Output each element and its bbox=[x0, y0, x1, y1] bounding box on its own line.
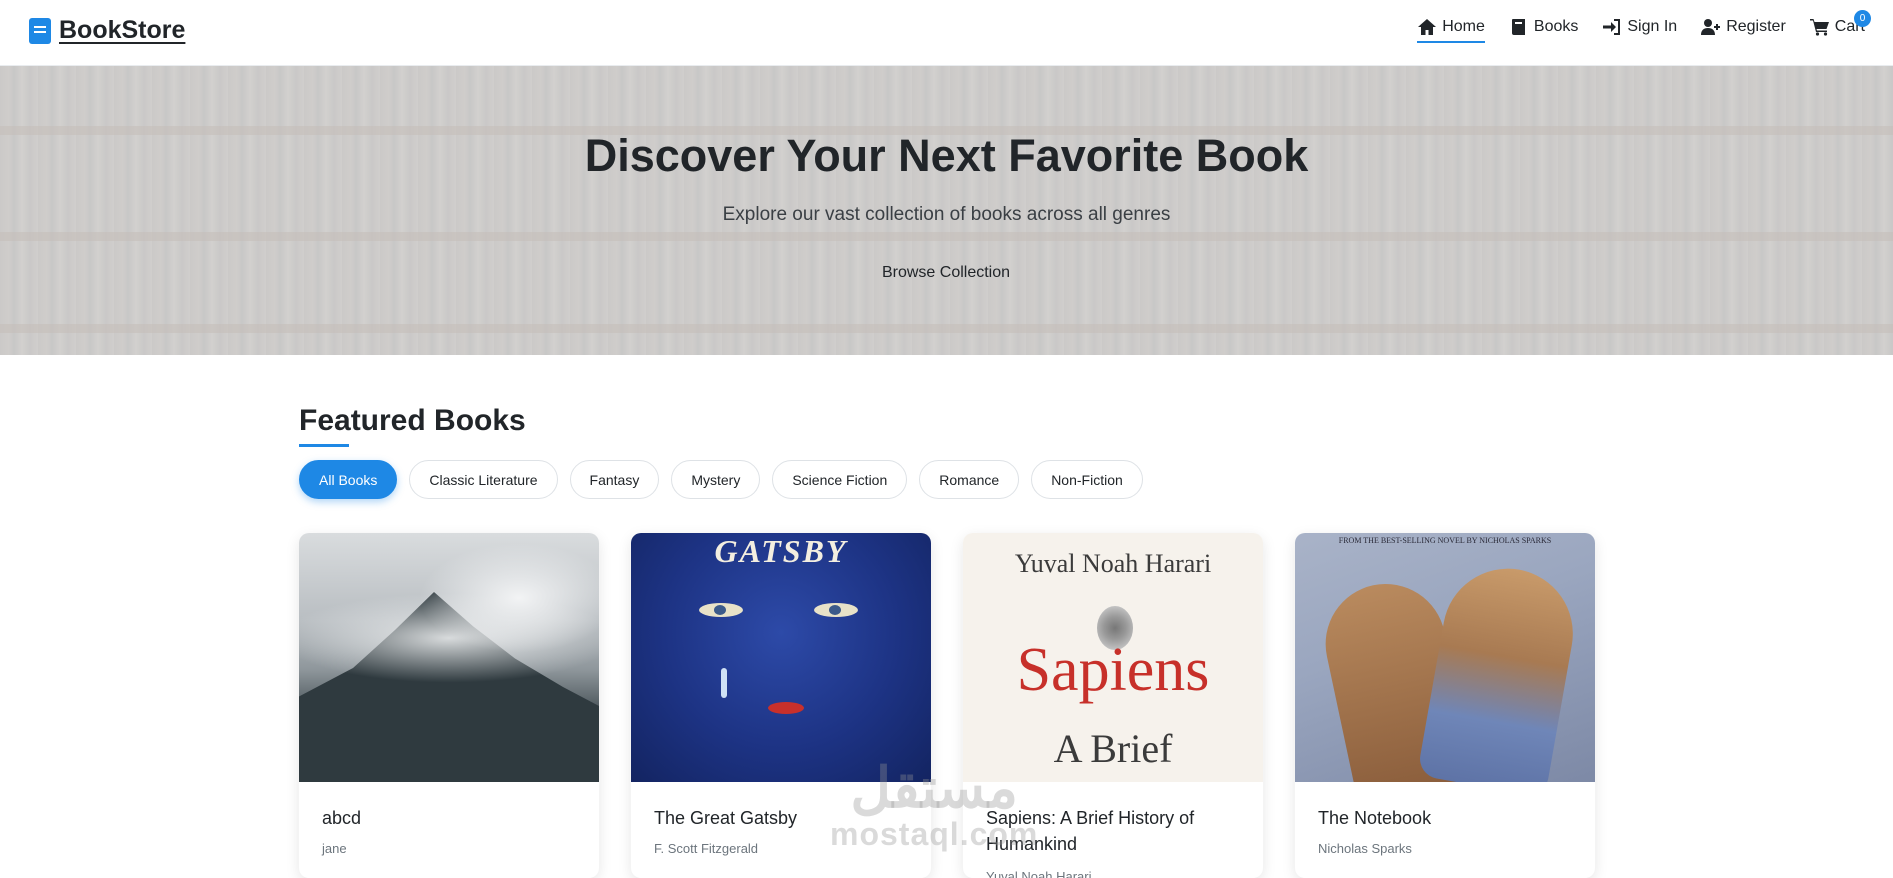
book-cover-image[interactable]: GATSBY bbox=[631, 533, 931, 782]
cover-tear bbox=[721, 668, 727, 698]
nav-books-label: Books bbox=[1533, 18, 1579, 35]
book-cover-image[interactable]: FROM THE BEST-SELLING NOVEL BY NICHOLAS … bbox=[1295, 533, 1595, 782]
book-author: jane bbox=[322, 841, 347, 856]
nav-home-label: Home bbox=[1442, 18, 1485, 35]
book-cover-image[interactable] bbox=[299, 533, 599, 782]
cart-icon bbox=[1809, 19, 1829, 36]
home-icon bbox=[1418, 19, 1437, 35]
book-card[interactable]: FROM THE BEST-SELLING NOVEL BY NICHOLAS … bbox=[1295, 533, 1595, 878]
hero-banner: Discover Your Next Favorite Book Explore… bbox=[0, 66, 1893, 355]
book-title[interactable]: The Great Gatsby bbox=[654, 805, 911, 831]
cover-title-text: Sapiens bbox=[1016, 636, 1210, 704]
cover-figure bbox=[1416, 558, 1584, 782]
browse-collection-button[interactable]: Browse Collection bbox=[866, 254, 1026, 292]
featured-books-heading: Featured Books bbox=[299, 404, 526, 437]
nav-books[interactable]: Books bbox=[1509, 18, 1578, 42]
nav-sign-in[interactable]: Sign In bbox=[1602, 18, 1677, 42]
nav-register[interactable]: Register bbox=[1701, 18, 1786, 42]
book-title[interactable]: The Notebook bbox=[1318, 805, 1575, 831]
book-author: Yuval Noah Harari bbox=[986, 869, 1092, 878]
book-title[interactable]: Sapiens: A Brief History of Humankind bbox=[986, 805, 1243, 857]
cart-count-badge: 0 bbox=[1854, 10, 1871, 27]
nav-home[interactable]: Home bbox=[1417, 18, 1485, 43]
nav-sign-in-label: Sign In bbox=[1627, 18, 1678, 35]
cover-tagline: FROM THE BEST-SELLING NOVEL BY NICHOLAS … bbox=[1338, 536, 1552, 545]
sign-in-icon bbox=[1603, 19, 1621, 35]
main-nav: Home Books Sign In Register Cart 0 bbox=[1417, 10, 1871, 43]
book-author: Nicholas Sparks bbox=[1318, 841, 1412, 856]
book-card[interactable]: Yuval Noah Harari Sapiens A Brief Sapien… bbox=[963, 533, 1263, 878]
hero-title: Discover Your Next Favorite Book bbox=[584, 130, 1309, 181]
cover-eye bbox=[814, 603, 858, 617]
book-cover-image[interactable]: Yuval Noah Harari Sapiens A Brief bbox=[963, 533, 1263, 782]
heading-underline bbox=[299, 444, 349, 447]
cover-lips bbox=[768, 702, 804, 714]
book-card-grid: abcd jane GATSBY The Great Gatsby F. Sco… bbox=[299, 533, 1595, 878]
nav-cart[interactable]: Cart 0 bbox=[1809, 10, 1871, 42]
cover-author-text: Yuval Noah Harari bbox=[1014, 549, 1212, 578]
nav-register-label: Register bbox=[1726, 18, 1786, 35]
filter-fantasy[interactable]: Fantasy bbox=[569, 460, 660, 499]
hero-subtitle: Explore our vast collection of books acr… bbox=[722, 204, 1171, 225]
book-icon bbox=[1511, 19, 1525, 35]
filter-mystery[interactable]: Mystery bbox=[671, 460, 761, 499]
filter-classic-literature[interactable]: Classic Literature bbox=[409, 460, 558, 499]
navbar: BookStore Home Books Sign In Register Ca… bbox=[0, 0, 1893, 66]
book-title[interactable]: abcd bbox=[322, 805, 579, 831]
cover-mist bbox=[419, 543, 599, 653]
book-author: F. Scott Fitzgerald bbox=[654, 841, 759, 856]
brand-link[interactable]: BookStore bbox=[29, 16, 185, 45]
book-card[interactable]: abcd jane bbox=[299, 533, 599, 878]
cover-title-text: GATSBY bbox=[714, 533, 848, 569]
filter-science-fiction[interactable]: Science Fiction bbox=[772, 460, 908, 499]
cover-eye bbox=[699, 603, 743, 617]
user-plus-icon bbox=[1701, 19, 1721, 35]
brand-name: BookStore bbox=[59, 16, 186, 44]
cover-subtitle-text: A Brief bbox=[1053, 726, 1173, 771]
book-icon bbox=[29, 17, 51, 44]
filter-all-books[interactable]: All Books bbox=[299, 460, 398, 499]
book-card[interactable]: GATSBY The Great Gatsby F. Scott Fitzger… bbox=[631, 533, 931, 878]
genre-filter-bar: All Books Classic Literature Fantasy Mys… bbox=[299, 460, 1143, 499]
filter-non-fiction[interactable]: Non-Fiction bbox=[1031, 460, 1143, 499]
filter-romance[interactable]: Romance bbox=[919, 460, 1020, 499]
